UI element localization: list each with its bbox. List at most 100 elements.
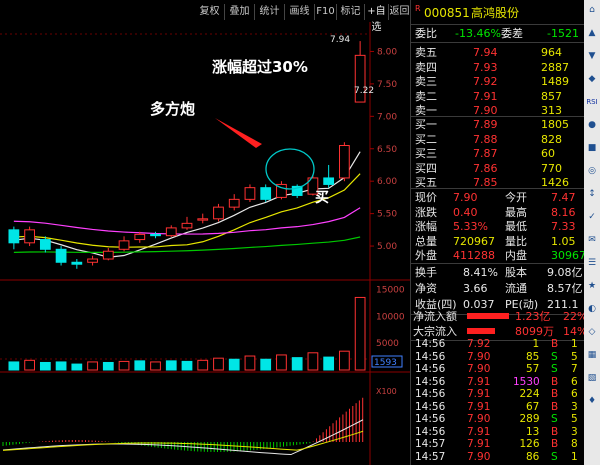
toolbar-icon[interactable]: ☰ bbox=[586, 257, 598, 269]
tick-time: 14:57 bbox=[415, 438, 446, 450]
volume-bar bbox=[276, 354, 287, 371]
volume-bar bbox=[244, 355, 256, 371]
tick-row: 14:57 7.91 126 B 8 bbox=[411, 438, 585, 451]
toolbar-icon[interactable]: ⌂ bbox=[586, 4, 598, 16]
tick-row: 14:56 7.90 57 S 7 bbox=[411, 363, 585, 376]
stats-value: 8.41% bbox=[463, 266, 498, 279]
candle bbox=[228, 198, 240, 208]
price-tick-label: 7.50 bbox=[377, 80, 397, 90]
candle bbox=[71, 261, 83, 265]
tick-side: S bbox=[551, 363, 558, 375]
macd-dif-line bbox=[2, 419, 364, 456]
toolbar-icon[interactable]: ▧ bbox=[586, 372, 598, 384]
flow-bar bbox=[467, 313, 509, 319]
tick-count: 6 bbox=[571, 375, 578, 388]
tick-price: 7.90 bbox=[467, 363, 491, 375]
tick-row: 14:56 7.92 1 B 1 bbox=[411, 338, 585, 351]
tick-count: 3 bbox=[571, 425, 578, 438]
chart-grid bbox=[0, 22, 410, 465]
volume-bar bbox=[87, 361, 98, 371]
add-watchlist-button[interactable]: +自选 bbox=[365, 4, 389, 33]
candle bbox=[55, 248, 67, 263]
overlay-button[interactable]: 叠加 bbox=[225, 4, 255, 20]
chart-toolbar: 复权 叠加 统计 画线 F10 标记 +自选 返回 bbox=[0, 0, 410, 33]
tick-volume: 67 bbox=[526, 400, 540, 413]
stock-title: R 000851 高鸿股份 bbox=[411, 3, 585, 23]
tick-time: 14:56 bbox=[415, 375, 446, 388]
candle bbox=[87, 258, 98, 263]
annotation-rise: 涨幅超过30% bbox=[212, 58, 308, 76]
restore-rights-button[interactable]: 复权 bbox=[195, 4, 225, 20]
back-button[interactable]: 返回 bbox=[389, 4, 410, 20]
volume-bar bbox=[24, 359, 35, 371]
toolbar-icon[interactable]: ✓ bbox=[586, 211, 598, 223]
tick-volume: 86 bbox=[526, 450, 540, 463]
tick-volume: 289 bbox=[519, 413, 540, 425]
tick-volume: 1530 bbox=[513, 375, 540, 388]
tick-side: S bbox=[551, 350, 558, 363]
candle bbox=[39, 239, 51, 250]
tick-row: 14:56 7.90 85 S 5 bbox=[411, 351, 585, 364]
tick-side: B bbox=[551, 375, 559, 388]
high-price-label: 7.94 bbox=[330, 35, 350, 45]
tick-price: 7.91 bbox=[467, 388, 491, 400]
tick-time: 14:56 bbox=[415, 425, 446, 438]
volume-bar bbox=[228, 358, 240, 371]
toolbar-icon[interactable]: ▦ bbox=[586, 349, 598, 361]
quote-label: 外盘 bbox=[415, 249, 437, 262]
moving-average-lines bbox=[13, 151, 361, 258]
tick-side: S bbox=[551, 450, 558, 463]
toolbar-icon[interactable]: ◎ bbox=[586, 165, 598, 177]
tick-row: 14:56 7.91 224 B 6 bbox=[411, 388, 585, 401]
tick-side: B bbox=[551, 338, 559, 350]
volume-unit-label: X100 bbox=[376, 387, 397, 396]
tick-count: 1 bbox=[571, 338, 578, 350]
tick-volume: 224 bbox=[519, 388, 540, 400]
toolbar-icon[interactable]: ★ bbox=[586, 280, 598, 292]
price-axis: 8.00 7.50 7.00 6.50 6.00 5.50 5.00 15000 10000 50… bbox=[370, 47, 405, 396]
kline-chart-pane[interactable]: 8.00 7.50 7.00 6.50 6.00 5.50 5.00 15000 10000 50… bbox=[0, 22, 410, 465]
toolbar-icon[interactable]: ♦ bbox=[586, 395, 598, 407]
candle bbox=[102, 250, 114, 260]
toolbar-icon[interactable]: ▲ bbox=[586, 27, 598, 39]
tick-time: 14:56 bbox=[415, 350, 446, 363]
tick-side: B bbox=[551, 425, 559, 438]
toolbar-icon[interactable]: ✉ bbox=[586, 234, 598, 246]
tick-price: 7.91 bbox=[467, 375, 491, 388]
volume-bar bbox=[307, 352, 319, 371]
volume-bar bbox=[339, 350, 350, 371]
toolbar-icon[interactable]: ◆ bbox=[586, 73, 598, 85]
candle bbox=[134, 233, 146, 241]
tick-row: 14:56 7.91 67 B 3 bbox=[411, 401, 585, 414]
toolbar-icon[interactable]: ● bbox=[586, 119, 598, 131]
tick-price: 7.90 bbox=[467, 450, 491, 463]
stats-row: 换手 8.41% 股本 9.08亿 bbox=[411, 264, 585, 281]
draw-line-button[interactable]: 画线 bbox=[285, 4, 315, 20]
price-tick-label: 5.00 bbox=[377, 242, 397, 252]
stats-label: 流通 bbox=[505, 282, 527, 295]
toolbar-icon[interactable]: ◇ bbox=[586, 326, 598, 338]
candle bbox=[165, 227, 177, 237]
volume-bar bbox=[55, 361, 67, 371]
annotation-cannon: 多方炮 bbox=[150, 100, 195, 118]
kline-chart[interactable]: 8.00 7.50 7.00 6.50 6.00 5.50 5.00 15000 10000 50… bbox=[0, 22, 410, 465]
statistics-button[interactable]: 统计 bbox=[255, 4, 285, 20]
tick-volume: 1 bbox=[532, 338, 540, 350]
volume-bar bbox=[150, 361, 161, 371]
toolbar-icon[interactable]: ◐ bbox=[586, 303, 598, 315]
stock-name: 高鸿股份 bbox=[471, 6, 520, 20]
toolbar-icon[interactable]: ■ bbox=[586, 142, 598, 154]
price-tick-label: 8.00 bbox=[377, 47, 397, 57]
low-price-label: 7.22 bbox=[354, 86, 374, 96]
volume-bar bbox=[291, 357, 303, 371]
stats-row: 净资 3.66 流通 8.57亿 bbox=[411, 280, 585, 297]
toolbar-icon[interactable]: RSI bbox=[585, 96, 599, 108]
candle bbox=[118, 240, 130, 250]
stats-label: 换手 bbox=[415, 266, 437, 279]
toolbar-icon[interactable]: ▼ bbox=[586, 50, 598, 62]
tick-row: 14:57 7.90 86 S 1 bbox=[411, 451, 585, 464]
tick-volume: 13 bbox=[526, 425, 540, 438]
toolbar-icon[interactable]: ↕ bbox=[586, 188, 598, 200]
f10-button[interactable]: F10 bbox=[315, 4, 337, 20]
mark-button[interactable]: 标记 bbox=[337, 4, 365, 20]
